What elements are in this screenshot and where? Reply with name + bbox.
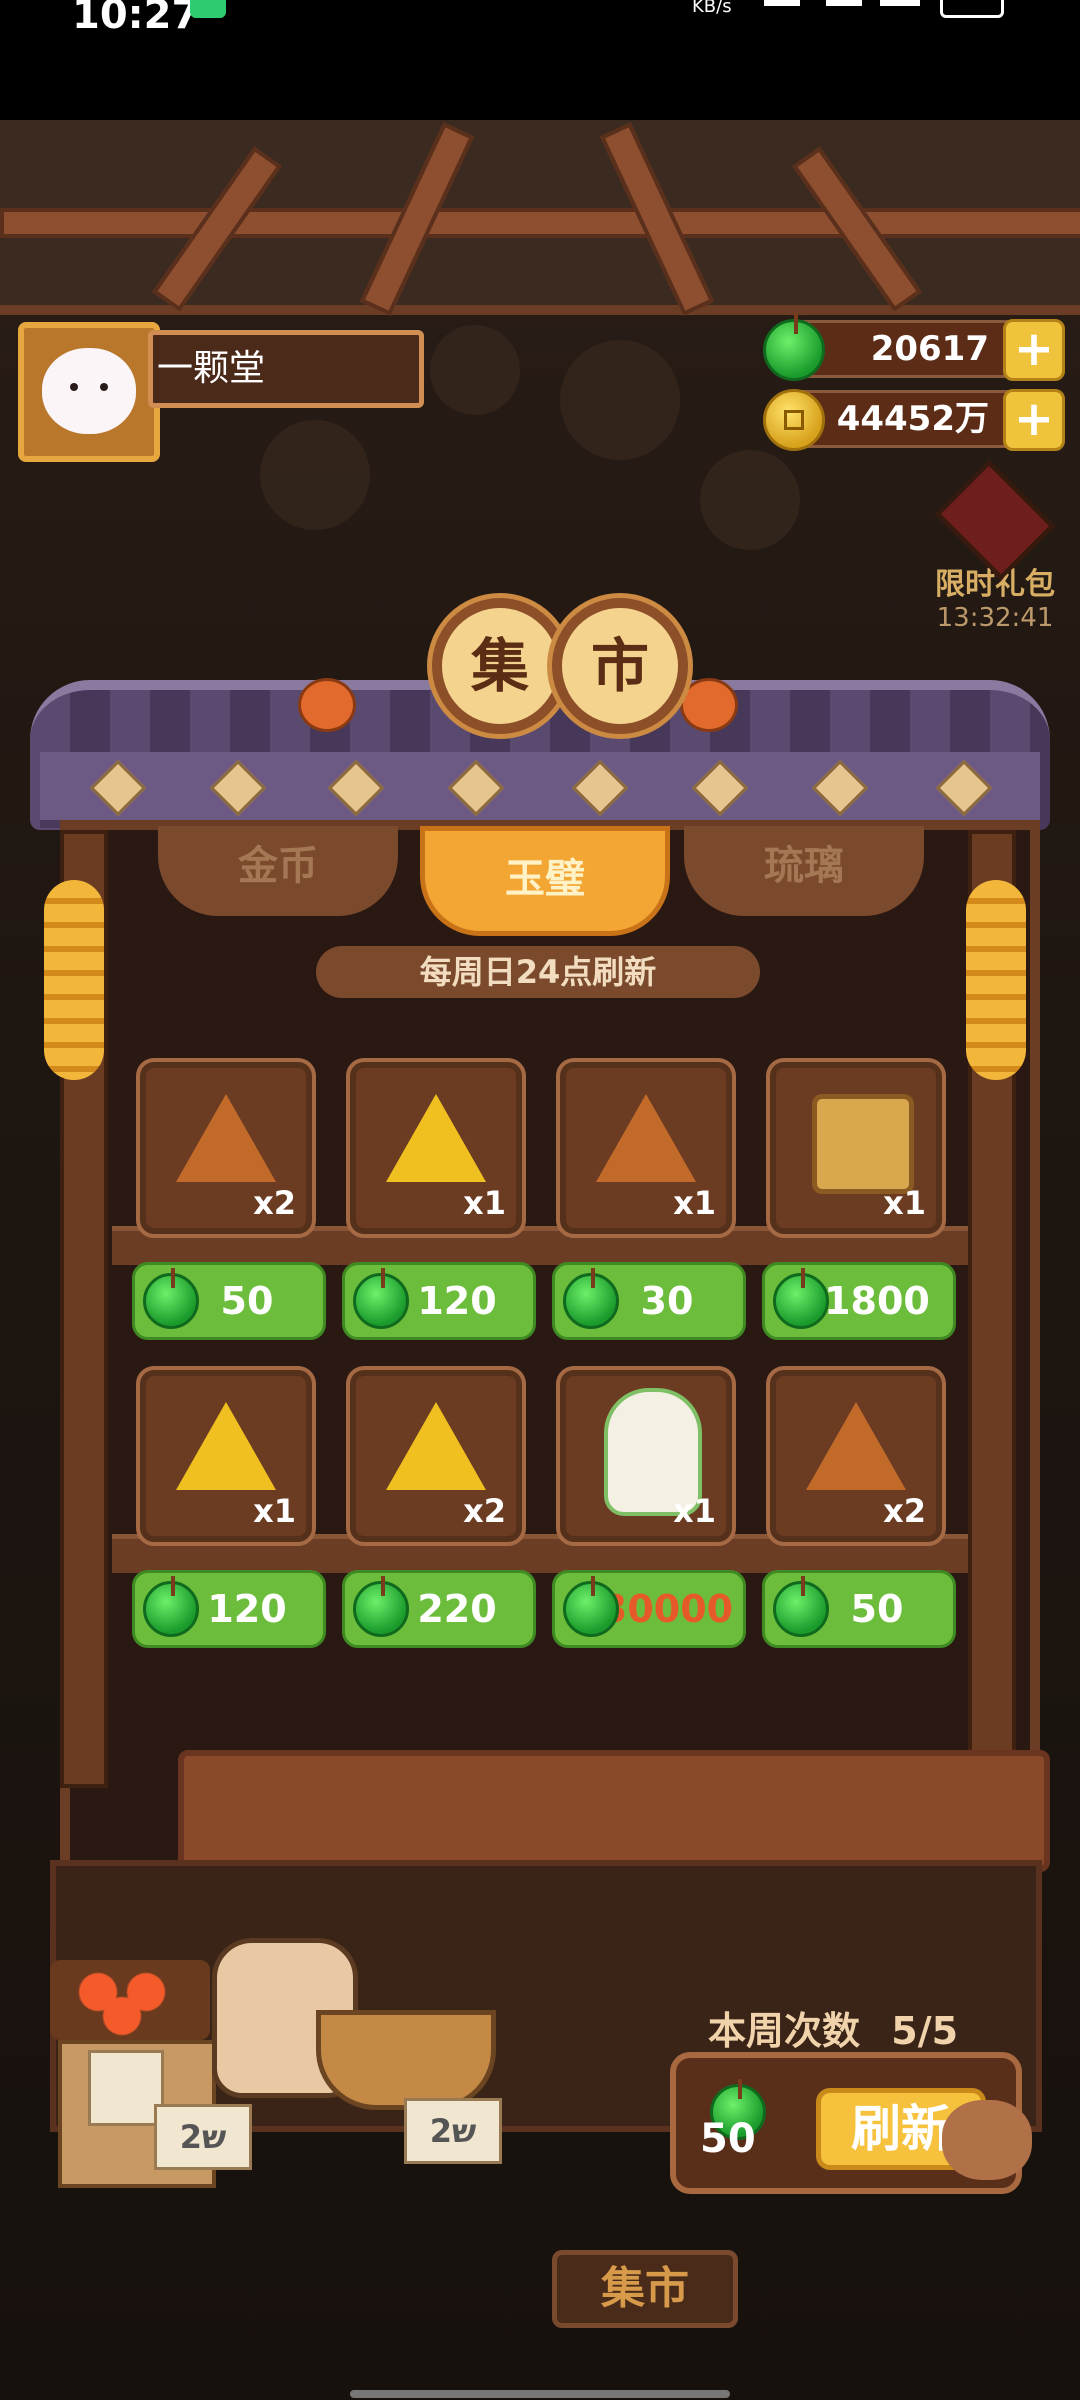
jade-icon (563, 1268, 619, 1329)
refresh-notice: 每周日24点刷新 (316, 946, 760, 998)
avatar-face (42, 348, 136, 434)
jade-icon (353, 1268, 409, 1329)
notification-icon (190, 0, 226, 18)
gold-resource: 44452万 + (763, 389, 1065, 451)
stall-counter (178, 1750, 1050, 1872)
bronze-jade-disc-icon (596, 1094, 696, 1182)
market-title-char-1: 集 (432, 598, 568, 734)
tomato-basket-icon (50, 1960, 210, 2040)
item-slot[interactable]: x1 (556, 1058, 736, 1238)
item-slot[interactable]: x1 (556, 1366, 736, 1546)
signal-icon-2 (826, 0, 862, 6)
corn-decoration-left (44, 880, 104, 1080)
gold-value: 44452万 (836, 399, 989, 439)
decoration (260, 420, 370, 530)
decoration (700, 450, 800, 550)
jade-value: 20617 (870, 329, 989, 369)
corn-decoration-right (966, 880, 1026, 1080)
stall-price-tag: ש2 (154, 2104, 252, 2170)
home-indicator[interactable] (350, 2390, 730, 2398)
market-nav-button[interactable]: 集市 (552, 2250, 738, 2328)
jade-icon (143, 1576, 199, 1637)
jade-icon (773, 1268, 829, 1329)
item-slot[interactable]: x2 (346, 1366, 526, 1546)
status-time: 10:27 (72, 0, 200, 38)
decoration (430, 325, 520, 415)
beam (0, 208, 1080, 238)
buy-price-button[interactable]: 120 (342, 1262, 536, 1340)
decoration (560, 340, 680, 460)
bronze-sun-disc-icon (806, 1402, 906, 1490)
gold-star-disc-icon (176, 1402, 276, 1490)
buy-price-button[interactable]: 50 (762, 1570, 956, 1648)
status-bar: 10:27 KB/s (0, 0, 1080, 120)
weekly-count: 5/5 (891, 2009, 959, 2053)
gold-jade-disc-icon (386, 1094, 486, 1182)
stall-price-tag: ש2 (404, 2098, 502, 2164)
mascot-icon (942, 2100, 1032, 2180)
add-gold-button[interactable]: + (1003, 389, 1065, 451)
gold-coin-icon (763, 389, 825, 451)
weekly-refresh-count: 本周次数 5/5 (708, 2000, 958, 2055)
item-slot[interactable]: x2 (136, 1058, 316, 1238)
battery-icon (940, 0, 1004, 18)
buy-price-button[interactable]: 30000 (552, 1570, 746, 1648)
buy-price-button[interactable]: 50 (132, 1262, 326, 1340)
jade-icon (353, 1576, 409, 1637)
item-slot[interactable]: x1 (136, 1366, 316, 1546)
item-quantity: x1 (673, 1184, 716, 1222)
limited-gift-button[interactable]: 限时礼包 13:32:41 (920, 459, 1070, 645)
tab-glaze[interactable]: 琉璃 (684, 826, 924, 916)
tab-gold-coin[interactable]: 金币 (158, 826, 398, 916)
item-slot[interactable]: x1 (766, 1058, 946, 1238)
wifi-icon (880, 0, 920, 6)
item-quantity: x1 (463, 1184, 506, 1222)
item-quantity: x1 (673, 1492, 716, 1530)
signal-icon (764, 0, 800, 6)
buy-price-button[interactable]: 1800 (762, 1262, 956, 1340)
price-sign-icon (88, 2050, 164, 2126)
player-avatar[interactable] (18, 322, 160, 462)
item-slot[interactable]: x2 (766, 1366, 946, 1546)
buy-price-button[interactable]: 30 (552, 1262, 746, 1340)
item-quantity: x1 (253, 1492, 296, 1530)
item-slot[interactable]: x1 (346, 1058, 526, 1238)
item-quantity: x1 (883, 1184, 926, 1222)
limited-gift-timer: 13:32:41 (936, 603, 1054, 633)
refresh-cost: 50 (700, 2116, 756, 2162)
tab-jade[interactable]: 玉璧 (420, 826, 670, 936)
jade-icon (563, 1576, 619, 1637)
jade-resource: 20617 + (763, 314, 1065, 381)
gold-spiral-disc-icon (386, 1402, 486, 1490)
persimmon-ornament (298, 678, 356, 732)
bronze-jade-disc-icon (176, 1094, 276, 1182)
persimmon-ornament (680, 678, 738, 732)
roof-beams (0, 120, 1080, 316)
jade-icon (773, 1576, 829, 1637)
jade-icon (143, 1268, 199, 1329)
item-quantity: x2 (883, 1492, 926, 1530)
player-name: 一颗堂 (148, 330, 424, 408)
network-speed: KB/s (692, 0, 732, 17)
weekly-label: 本周次数 (708, 2009, 861, 2053)
item-quantity: x2 (253, 1184, 296, 1222)
buy-price-button[interactable]: 120 (132, 1570, 326, 1648)
market-title-char-2: 市 (552, 598, 688, 734)
avatar-eye (100, 383, 108, 391)
buy-price-button[interactable]: 220 (342, 1570, 536, 1648)
jade-icon (763, 314, 825, 381)
tofu-basket-icon (316, 2010, 496, 2110)
avatar-eye (70, 383, 78, 391)
treasure-chest-icon (812, 1094, 914, 1194)
item-quantity: x2 (463, 1492, 506, 1530)
roof-eave (40, 752, 1040, 828)
add-jade-button[interactable]: + (1003, 319, 1065, 381)
